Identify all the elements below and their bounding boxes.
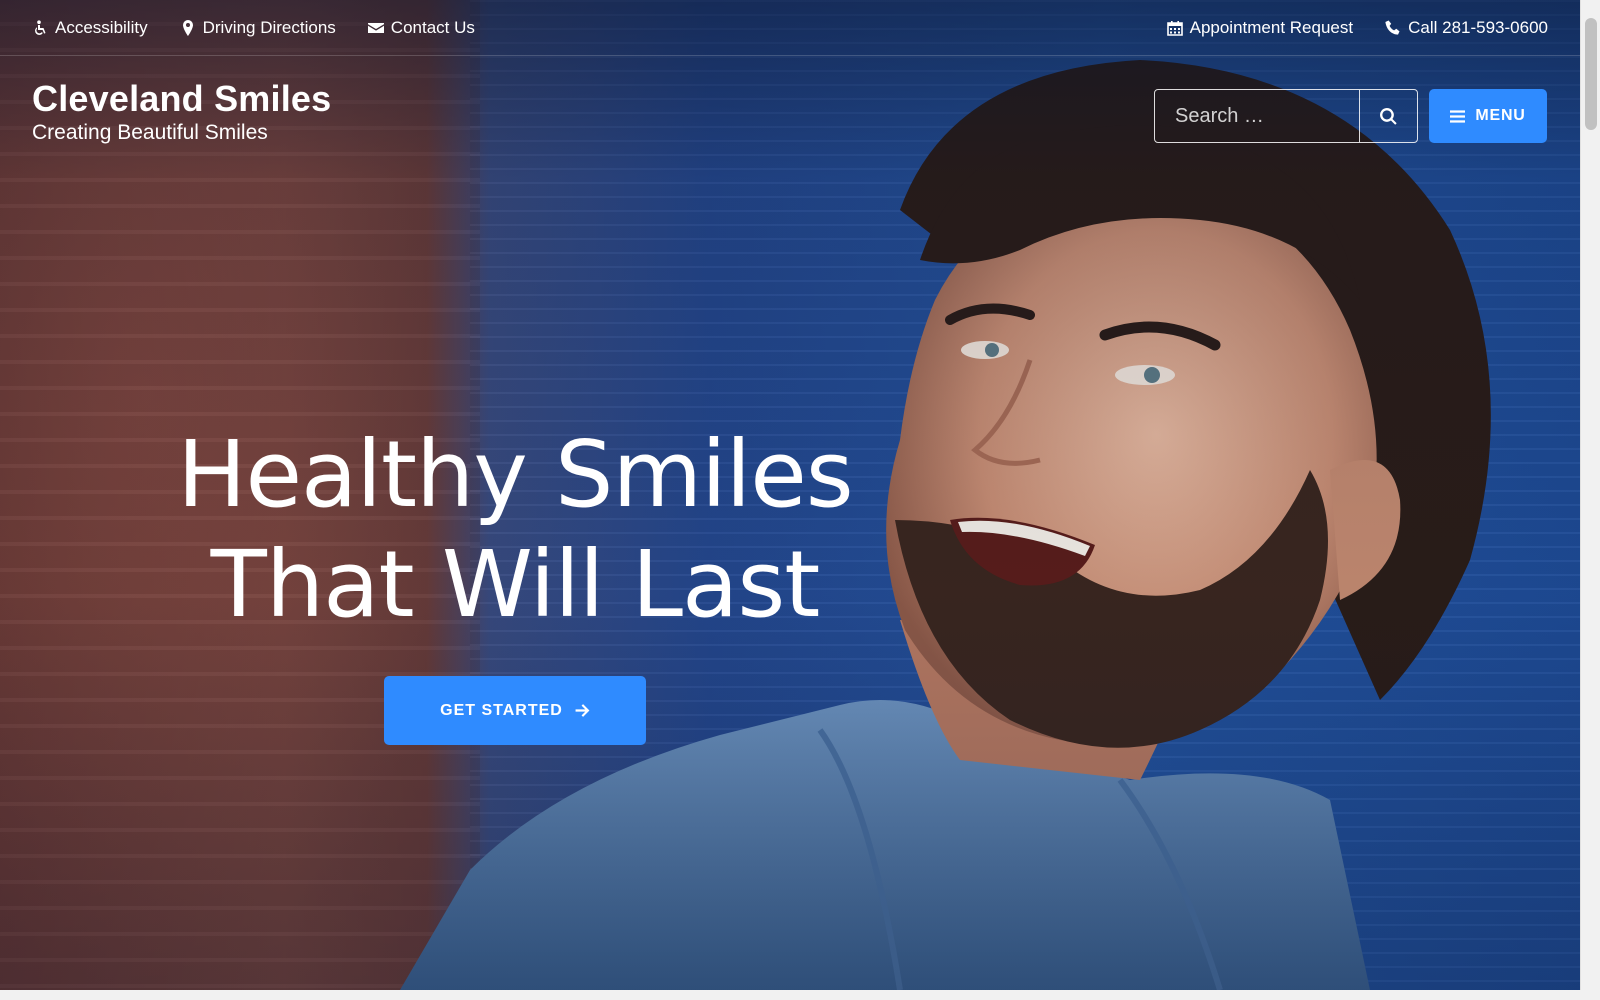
hero-headline: Healthy Smiles That Will Last (140, 420, 890, 640)
utility-bar: Accessibility Driving Directions Contact… (0, 0, 1580, 56)
calendar-icon (1166, 20, 1183, 36)
search-submit-button[interactable] (1359, 90, 1417, 142)
driving-directions-label: Driving Directions (202, 17, 336, 37)
hamburger-icon (1450, 109, 1466, 123)
get-started-button[interactable]: GET STARTED (384, 676, 646, 745)
site-brand[interactable]: Cleveland Smiles Creating Beautiful Smil… (32, 78, 331, 146)
hero-headline-line2: That Will Last (210, 531, 821, 638)
accessibility-label: Accessibility (55, 17, 148, 37)
utility-links-left: Accessibility Driving Directions Contact… (32, 18, 475, 38)
search-form (1154, 89, 1418, 143)
arrow-right-icon (575, 704, 590, 717)
driving-directions-link[interactable]: Driving Directions (180, 18, 336, 38)
hero-headline-line1: Healthy Smiles (177, 421, 853, 528)
scrollbar-thumb[interactable] (1585, 18, 1597, 130)
contact-us-link[interactable]: Contact Us (367, 17, 475, 38)
appointment-request-label: Appointment Request (1189, 17, 1354, 37)
search-input[interactable] (1155, 90, 1359, 142)
menu-button[interactable]: MENU (1429, 89, 1547, 143)
wheelchair-icon (35, 19, 46, 35)
phone-icon (1385, 20, 1400, 35)
call-phone-label: Call 281-593-0600 (1408, 17, 1548, 37)
utility-links-right: Appointment Request Call 281-593-0600 (1166, 17, 1548, 38)
call-phone-link[interactable]: Call 281-593-0600 (1385, 18, 1548, 38)
page-scrollbar[interactable] (1580, 0, 1600, 990)
envelope-icon (367, 22, 384, 33)
get-started-label: GET STARTED (440, 701, 563, 719)
menu-label: MENU (1475, 107, 1526, 124)
map-marker-icon (182, 19, 193, 36)
appointment-request-link[interactable]: Appointment Request (1166, 17, 1354, 38)
search-icon (1380, 107, 1397, 125)
contact-us-label: Contact Us (390, 17, 475, 37)
site-tagline: Creating Beautiful Smiles (32, 121, 268, 144)
accessibility-link[interactable]: Accessibility (32, 18, 148, 38)
site-title: Cleveland Smiles (32, 78, 332, 119)
